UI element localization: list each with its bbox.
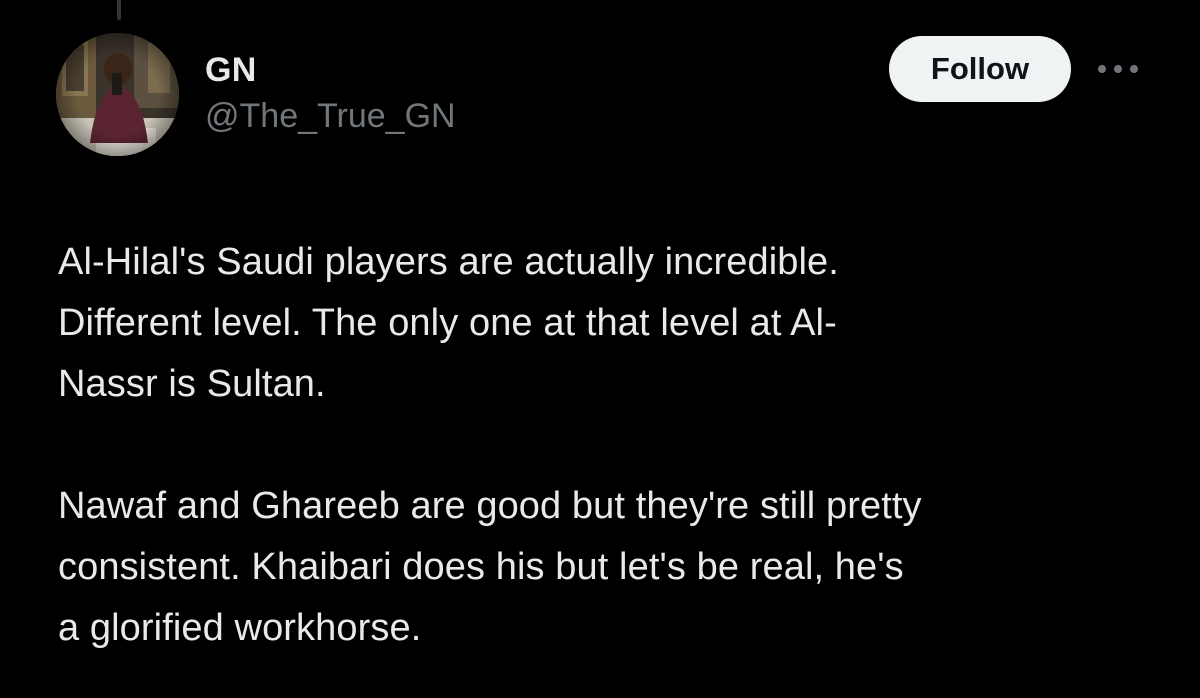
follow-button[interactable]: Follow xyxy=(889,36,1071,102)
tweet-text: Al-Hilal's Saudi players are actually in… xyxy=(58,232,1158,659)
more-options-button[interactable] xyxy=(1090,52,1146,86)
user-handle[interactable]: @The_True_GN xyxy=(205,96,456,136)
thread-connector-line xyxy=(117,0,121,20)
user-info: GN @The_True_GN xyxy=(205,50,456,136)
avatar-photo-icon xyxy=(56,33,179,156)
display-name[interactable]: GN xyxy=(205,50,456,90)
tweet-line: Different level. The only one at that le… xyxy=(58,302,837,344)
tweet-line: Nassr is Sultan. xyxy=(58,363,326,405)
tweet-line: a glorified workhorse. xyxy=(58,607,422,649)
avatar[interactable] xyxy=(56,33,179,156)
tweet-line: Al-Hilal's Saudi players are actually in… xyxy=(58,241,839,283)
tweet-paragraph: Al-Hilal's Saudi players are actually in… xyxy=(58,232,1158,415)
tweet-line: Nawaf and Ghareeb are good but they're s… xyxy=(58,485,922,527)
more-horizontal-icon xyxy=(1098,65,1138,73)
tweet-paragraph: Nawaf and Ghareeb are good but they're s… xyxy=(58,476,1158,659)
tweet-line: consistent. Khaibari does his but let's … xyxy=(58,546,904,588)
